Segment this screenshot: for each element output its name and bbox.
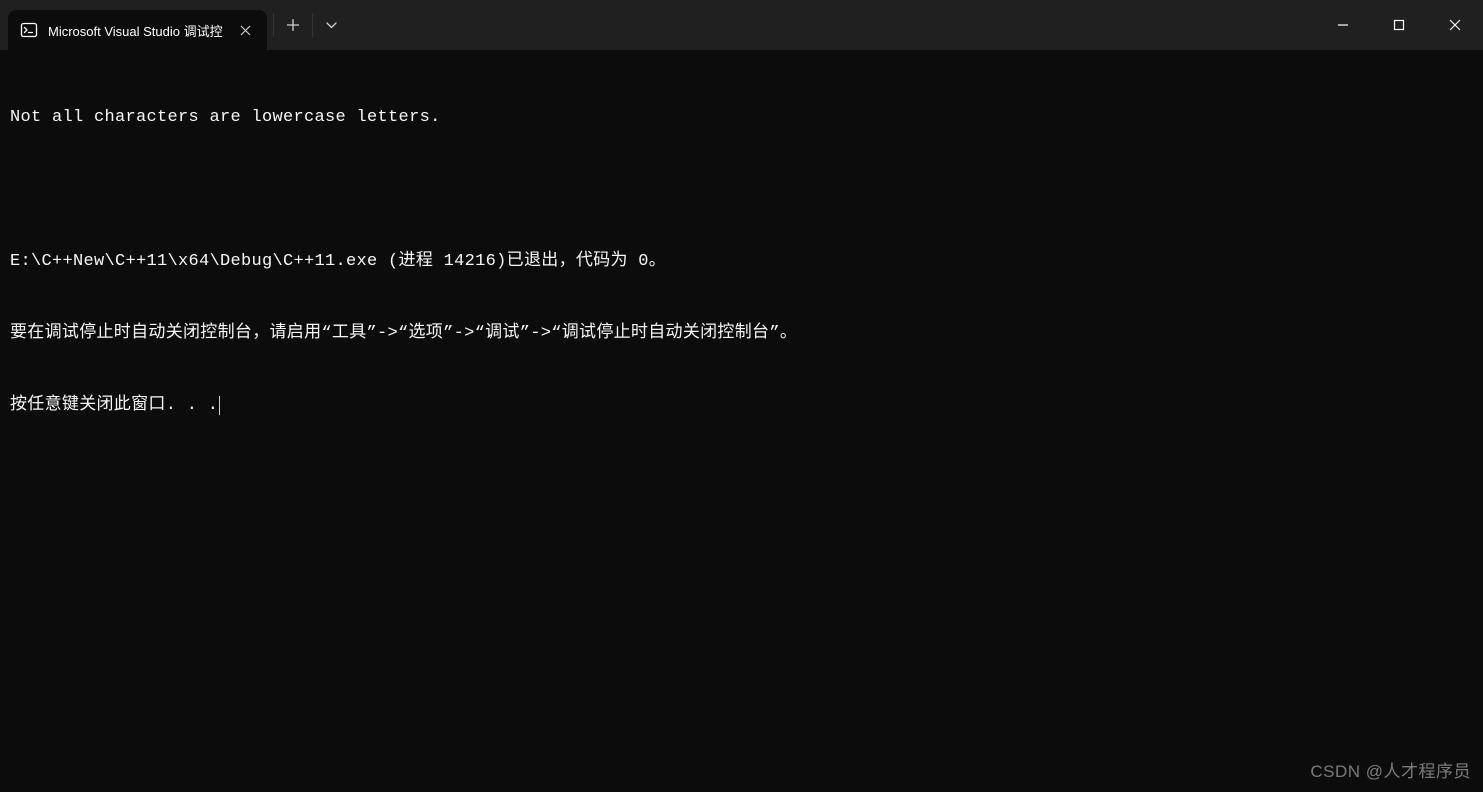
minimize-button[interactable] (1315, 0, 1371, 50)
console-line (10, 178, 1473, 202)
terminal-icon (20, 21, 38, 39)
console-line: 要在调试停止时自动关闭控制台，请启用“工具”->“选项”->“调试”->“调试停… (10, 322, 1473, 346)
cursor (219, 396, 220, 415)
tab-dropdown-button[interactable] (313, 0, 351, 50)
watermark: CSDN @人才程序员 (1310, 757, 1471, 782)
window-controls (1315, 0, 1483, 50)
tab-title: Microsoft Visual Studio 调试控 (48, 21, 223, 40)
tab-active[interactable]: Microsoft Visual Studio 调试控 (8, 10, 267, 50)
console-line: 按任意键关闭此窗口. . . (10, 394, 1473, 418)
new-tab-button[interactable] (273, 13, 313, 37)
tab-close-icon[interactable] (239, 23, 253, 37)
close-button[interactable] (1427, 0, 1483, 50)
maximize-button[interactable] (1371, 0, 1427, 50)
tab-actions (267, 0, 351, 50)
console-text: 按任意键关闭此窗口. . . (10, 396, 218, 415)
titlebar-left: Microsoft Visual Studio 调试控 (0, 0, 351, 50)
console-output[interactable]: Not all characters are lowercase letters… (0, 50, 1483, 792)
titlebar: Microsoft Visual Studio 调试控 (0, 0, 1483, 50)
console-line: Not all characters are lowercase letters… (10, 106, 1473, 130)
console-line: E:\C++New\C++11\x64\Debug\C++11.exe (进程 … (10, 250, 1473, 274)
